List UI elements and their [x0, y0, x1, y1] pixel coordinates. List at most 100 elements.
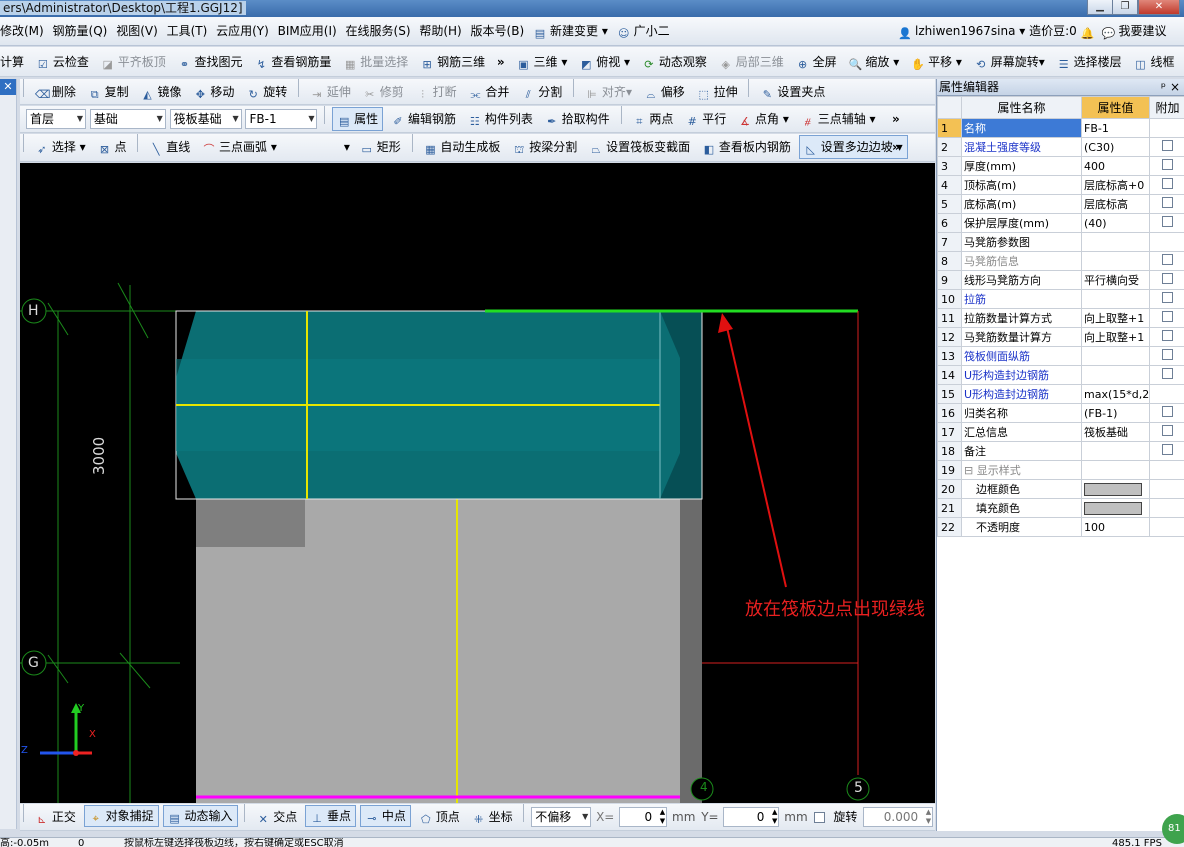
property-value[interactable] [1081, 251, 1150, 271]
property-extra[interactable] [1149, 251, 1184, 271]
point-angle-button[interactable]: ∡ 点角 ▾ [734, 106, 793, 132]
menu-view[interactable]: 视图(V) [116, 17, 163, 45]
chevron-down-icon[interactable]: ▾ [342, 134, 352, 160]
property-row[interactable]: 17 汇总信息 筏板基础 [937, 422, 1184, 442]
property-row[interactable]: 7 马凳筋参数图 [937, 232, 1184, 252]
menu-cloud[interactable]: 云应用(Y) [216, 17, 274, 45]
extend-button[interactable]: ⇥ 延伸 [306, 79, 355, 104]
property-row[interactable]: 6 保护层厚度(mm) (40) [937, 213, 1184, 233]
menu-new-change[interactable]: ▤ 新建变更 ▾ [533, 17, 613, 45]
spinner-icon[interactable]: ▲ ▼ [660, 808, 665, 826]
property-extra[interactable] [1149, 308, 1184, 328]
property-row[interactable]: 11 拉筋数量计算方式 向上取整+1 [937, 308, 1184, 328]
minimize-button[interactable]: ▁ [1087, 0, 1113, 15]
property-row[interactable]: 10 拉筋 [937, 289, 1184, 309]
checkbox[interactable] [1162, 368, 1173, 379]
fullscreen-button[interactable]: ⊕ 全屏 [792, 47, 841, 73]
property-value[interactable] [1081, 289, 1150, 309]
property-extra[interactable] [1149, 441, 1184, 461]
mirror-button[interactable]: ◭ 镜像 [137, 79, 186, 104]
variable-section-button[interactable]: ⏢ 设置筏板变截面 [585, 134, 694, 160]
rotate-button[interactable]: ↻ 旋转 [242, 79, 291, 104]
move-button[interactable]: ✥ 移动 [189, 79, 238, 104]
more-chevron-icon[interactable]: » [493, 47, 509, 73]
checkbox[interactable] [814, 812, 826, 823]
property-value[interactable] [1081, 441, 1150, 461]
checkbox[interactable] [1162, 254, 1173, 265]
property-value[interactable]: 100 [1081, 517, 1150, 537]
cloud-check-button[interactable]: ☑ 云检查 [32, 47, 93, 73]
property-row[interactable]: 15 U形构造封边钢筋 max(15*d,2 [937, 384, 1184, 404]
checkbox[interactable] [1162, 178, 1173, 189]
type-select[interactable]: 筏板基础 ▼ [169, 109, 242, 129]
property-extra[interactable] [1149, 403, 1184, 423]
zoom-button[interactable]: 🔍 缩放 ▾ [844, 47, 903, 73]
restore-button[interactable]: ❐ [1112, 0, 1138, 15]
property-value[interactable] [1081, 460, 1150, 480]
checkbox[interactable] [1162, 197, 1173, 208]
property-value[interactable] [1081, 479, 1150, 499]
panel-close-icon[interactable]: × [1170, 79, 1180, 96]
spinner-icon[interactable]: ▲ ▼ [926, 808, 931, 826]
copy-button[interactable]: ⧉ 复制 [84, 79, 133, 104]
break-button[interactable]: ⫶ 打断 [412, 79, 461, 104]
property-value[interactable]: FB-1 [1081, 118, 1150, 138]
property-value[interactable] [1081, 498, 1150, 518]
local-3d-button[interactable]: ◈ 局部三维 [715, 47, 788, 73]
delete-button[interactable]: ⌫删除 [31, 79, 80, 104]
property-extra[interactable] [1149, 137, 1184, 157]
property-row[interactable]: 4 顶标高(m) 层底标高+0 [937, 175, 1184, 195]
property-value[interactable]: 筏板基础 [1081, 422, 1150, 442]
rotate-input[interactable]: 0.000 ▲ ▼ [863, 807, 934, 827]
checkbox[interactable] [1162, 140, 1173, 151]
view-slab-rebar-button[interactable]: ◧ 查看板内钢筋 [698, 134, 795, 160]
offset-mode-select[interactable]: 不偏移 ▼ [531, 807, 592, 827]
rectangle-button[interactable]: ▭ 矩形 [356, 134, 405, 160]
menu-rebar-qty[interactable]: 钢筋量(Q) [53, 17, 113, 45]
menu-modify[interactable]: 修改(M) [0, 17, 49, 45]
checkbox[interactable] [1162, 311, 1173, 322]
spinner-icon[interactable]: ▲ ▼ [772, 808, 777, 826]
menu-guangxiaoer[interactable]: ☺ 广小二 [617, 17, 675, 45]
property-value[interactable] [1081, 365, 1150, 385]
floating-badge[interactable]: 81 [1162, 814, 1184, 844]
property-value[interactable]: 平行横向受 [1081, 270, 1150, 290]
checkbox[interactable] [1162, 425, 1173, 436]
property-row[interactable]: 9 线形马凳筋方向 平行横向受 [937, 270, 1184, 290]
select-floor-button[interactable]: ☰ 选择楼层 [1053, 47, 1126, 73]
checkbox[interactable] [1162, 292, 1173, 303]
property-row[interactable]: 20 边框颜色 [937, 479, 1184, 499]
top-view-button[interactable]: ◩ 俯视 ▾ [575, 47, 634, 73]
line-button[interactable]: ╲ 直线 [145, 134, 194, 160]
property-extra[interactable] [1149, 289, 1184, 309]
dynamic-input-button[interactable]: ▤ 动态输入 [162, 805, 238, 827]
checkbox[interactable] [1162, 349, 1173, 360]
property-row[interactable]: 22 不透明度 100 [937, 517, 1184, 537]
checkbox[interactable] [1162, 406, 1173, 417]
checkbox[interactable] [1162, 273, 1173, 284]
checkbox[interactable] [1162, 159, 1173, 170]
property-value[interactable]: 层底标高+0 [1081, 175, 1150, 195]
auto-slab-button[interactable]: ▦ 自动生成板 [419, 134, 504, 160]
property-row[interactable]: 18 备注 [937, 441, 1184, 461]
property-row[interactable]: 13 筏板侧面纵筋 [937, 346, 1184, 366]
arc-button[interactable]: ⌒ 三点画弧 ▾ [198, 134, 338, 160]
rotate-screen-button[interactable]: ⟲ 屏幕旋转▾ [970, 47, 1049, 73]
property-extra[interactable] [1149, 422, 1184, 442]
close-button[interactable]: ✕ [1138, 0, 1180, 15]
property-row[interactable]: 14 U形构造封边钢筋 [937, 365, 1184, 385]
menu-bim[interactable]: BIM应用(I) [278, 17, 342, 45]
pan-button[interactable]: ✋ 平移 ▾ [907, 47, 966, 73]
property-extra[interactable] [1149, 194, 1184, 214]
x-input[interactable]: 0 ▲ ▼ [619, 807, 668, 827]
split-by-beam-button[interactable]: ⛫ 按梁分割 [508, 134, 581, 160]
menu-online[interactable]: 在线服务(S) [346, 17, 416, 45]
perpendicular-button[interactable]: ⊥ 垂点 [305, 805, 357, 827]
property-row[interactable]: 2 混凝土强度等级 (C30) [937, 137, 1184, 157]
property-extra[interactable] [1149, 156, 1184, 176]
merge-button[interactable]: ⫘ 合并 [464, 79, 513, 104]
y-input[interactable]: 0 ▲ ▼ [723, 807, 780, 827]
offset-button[interactable]: ⌓ 偏移 [640, 79, 689, 104]
property-value[interactable]: max(15*d,2 [1081, 384, 1150, 404]
property-row[interactable]: 8 马凳筋信息 [937, 251, 1184, 271]
